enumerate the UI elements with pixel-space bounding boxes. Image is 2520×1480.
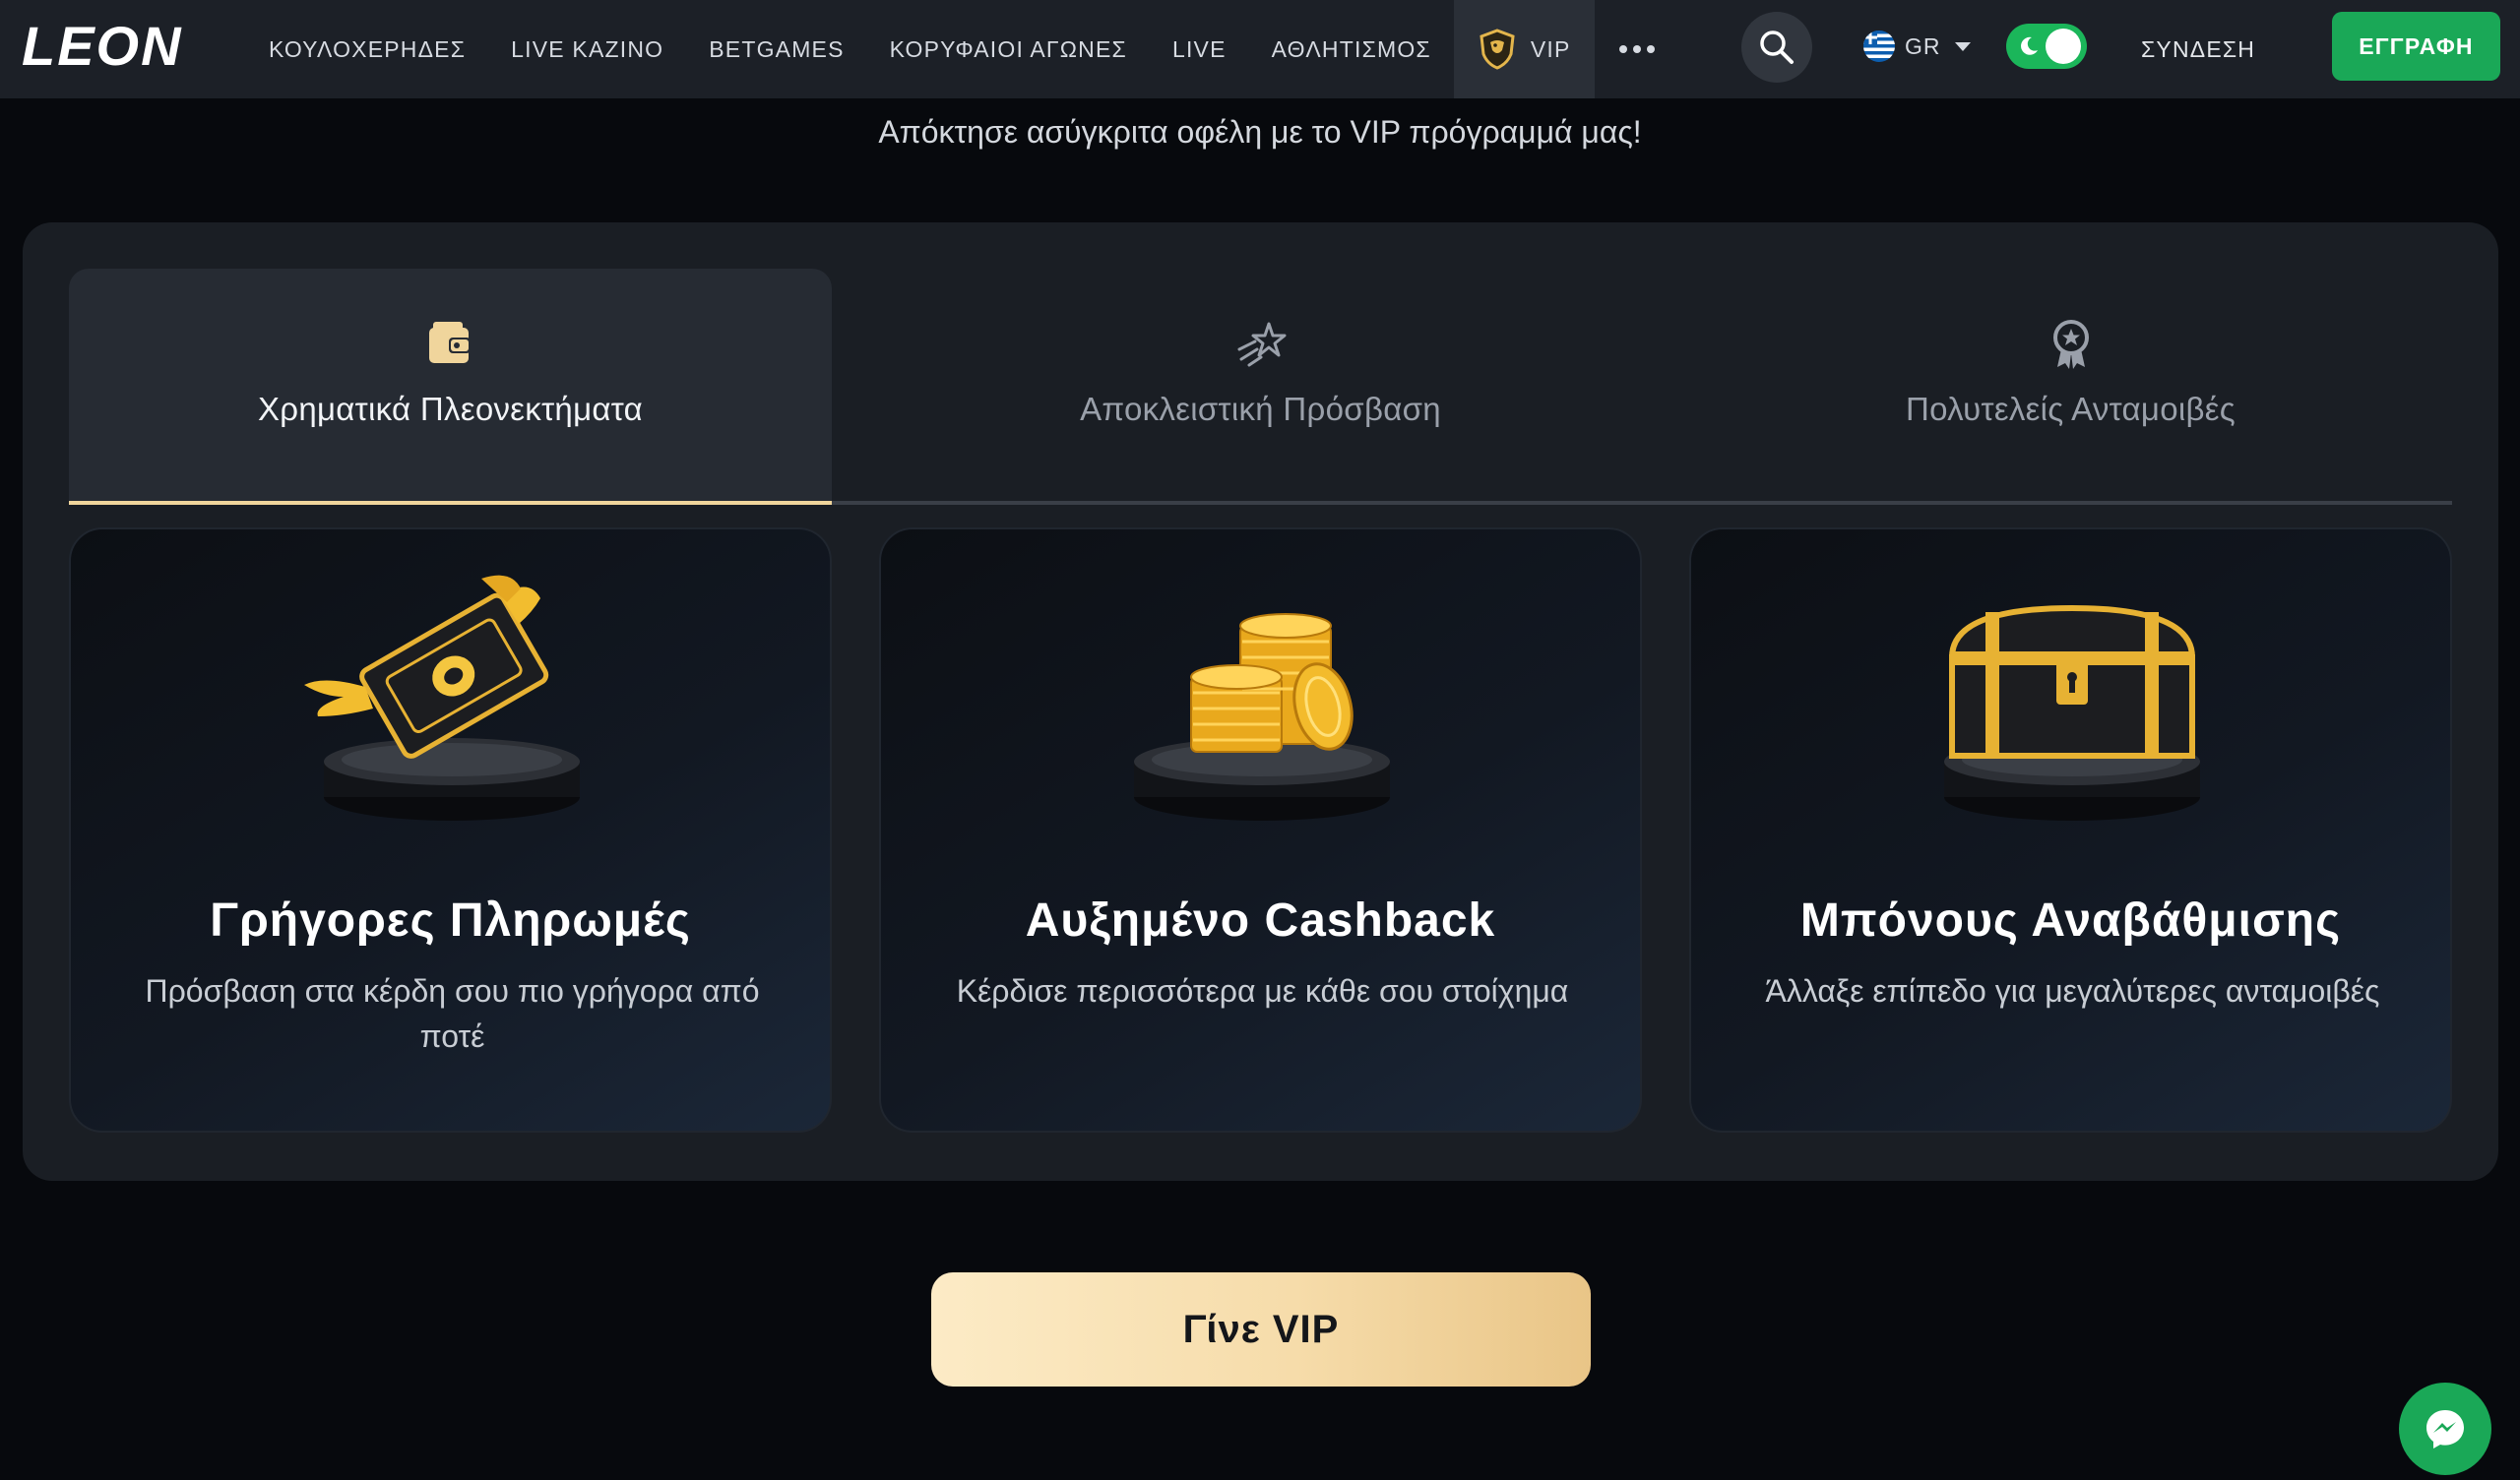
winged-banknote-illustration <box>304 575 580 821</box>
tab-label: Πολυτελείς Ανταμοιβές <box>1905 391 2236 427</box>
wallet-icon <box>428 322 471 363</box>
tab-luxury-rewards[interactable]: Πολυτελείς Ανταμοιβές <box>1689 269 2452 505</box>
more-dots-icon[interactable] <box>1595 0 1679 98</box>
tab-monetary-benefits[interactable]: Χρηματικά Πλεονεκτήματα <box>69 269 832 505</box>
gold-coins-illustration <box>1134 613 1390 821</box>
benefit-card-upgrade-bonus: Μπόνους Αναβάθμισης Άλλαξε επίπεδο για μ… <box>1689 527 2452 1133</box>
leon-logo[interactable]: LEON <box>22 18 228 77</box>
shooting-star-icon <box>1237 322 1286 367</box>
nav-item-top-matches[interactable]: ΚΟΡΥΦΑΙΟΙ ΑΓΩΝΕΣ <box>867 0 1150 98</box>
login-button[interactable]: ΣΥΝΔΕΣΗ <box>2141 0 2255 98</box>
theme-toggle[interactable] <box>2006 24 2087 69</box>
treasure-chest-illustration <box>1944 604 2200 821</box>
search-button[interactable] <box>1741 12 1812 83</box>
vip-crest-icon <box>1480 29 1515 70</box>
tab-label: Χρηματικά Πλεονεκτήματα <box>257 391 644 427</box>
card-title: Αυξημένο Cashback <box>1025 894 1496 947</box>
nav-item-betgames[interactable]: BETGAMES <box>686 0 866 98</box>
card-text: Άλλαξε επίπεδο για μεγαλύτερες ανταμοιβέ… <box>1765 973 2380 1009</box>
vip-label: VIP <box>1530 35 1571 62</box>
register-button[interactable]: ΕΓΓΡΑΦΗ <box>2332 12 2500 81</box>
benefit-tabs: Χρηματικά Πλεονεκτήματα Αποκλειστική Πρό… <box>69 269 2452 505</box>
nav-item-vip[interactable]: VIP <box>1453 0 1595 98</box>
nav-item-sports[interactable]: ΑΘΛΗΤΙΣΜΟΣ <box>1249 0 1454 98</box>
nav-item-live[interactable]: LIVE <box>1150 0 1249 98</box>
nav-item-slots[interactable]: ΚΟΥΛΟΧΕΡΗΔΕΣ <box>246 0 488 98</box>
toggle-knob <box>2046 29 2081 64</box>
card-text: Κέρδισε περισσότερα με κάθε σου στοίχημα <box>956 973 1569 1009</box>
language-selector[interactable]: GR <box>1863 24 1971 69</box>
chat-button[interactable] <box>2399 1383 2491 1475</box>
chevron-down-icon <box>1954 41 1971 51</box>
main-nav: ΚΟΥΛΟΧΕΡΗΔΕΣ LIVE ΚΑΖΙΝΟ BETGAMES ΚΟΡΥΦΑ… <box>246 0 1679 98</box>
moon-icon <box>2021 36 2038 55</box>
nav-item-live-casino[interactable]: LIVE ΚΑΖΙΝΟ <box>488 0 686 98</box>
search-icon <box>1760 31 1794 64</box>
svg-text:LEON: LEON <box>22 18 183 77</box>
award-badge-icon <box>2052 320 2089 369</box>
card-title: Μπόνους Αναβάθμισης <box>1799 894 2342 947</box>
benefit-card-fast-payments: Γρήγορες Πληρωμές Πρόσβαση στα κέρδη σου… <box>69 527 832 1133</box>
greece-flag-icon <box>1863 31 1895 62</box>
card-text: Πρόσβαση στα κέρδη σου πιο γρήγορα από π… <box>145 973 760 1054</box>
top-navigation-bar: LEON ΚΟΥΛΟΧΕΡΗΔΕΣ LIVE ΚΑΖΙΝΟ BETGAMES Κ… <box>0 0 2520 98</box>
tab-exclusive-access[interactable]: Αποκλειστική Πρόσβαση <box>879 269 1642 505</box>
vip-subtitle: Απόκτησε ασύγκριτα οφέλη με το VIP πρόγρ… <box>878 114 1642 150</box>
tab-label: Αποκλειστική Πρόσβαση <box>1080 391 1441 427</box>
vip-benefits-panel: Χρηματικά Πλεονεκτήματα Αποκλειστική Πρό… <box>23 222 2498 1181</box>
become-vip-button[interactable]: Γίνε VIP <box>931 1272 1591 1387</box>
messenger-chat-icon <box>2426 1410 2464 1449</box>
language-code: GR <box>1905 32 1941 59</box>
benefit-card-cashback: Αυξημένο Cashback Κέρδισε περισσότερα με… <box>879 527 1642 1133</box>
card-title: Γρήγορες Πληρωμές <box>210 894 691 947</box>
